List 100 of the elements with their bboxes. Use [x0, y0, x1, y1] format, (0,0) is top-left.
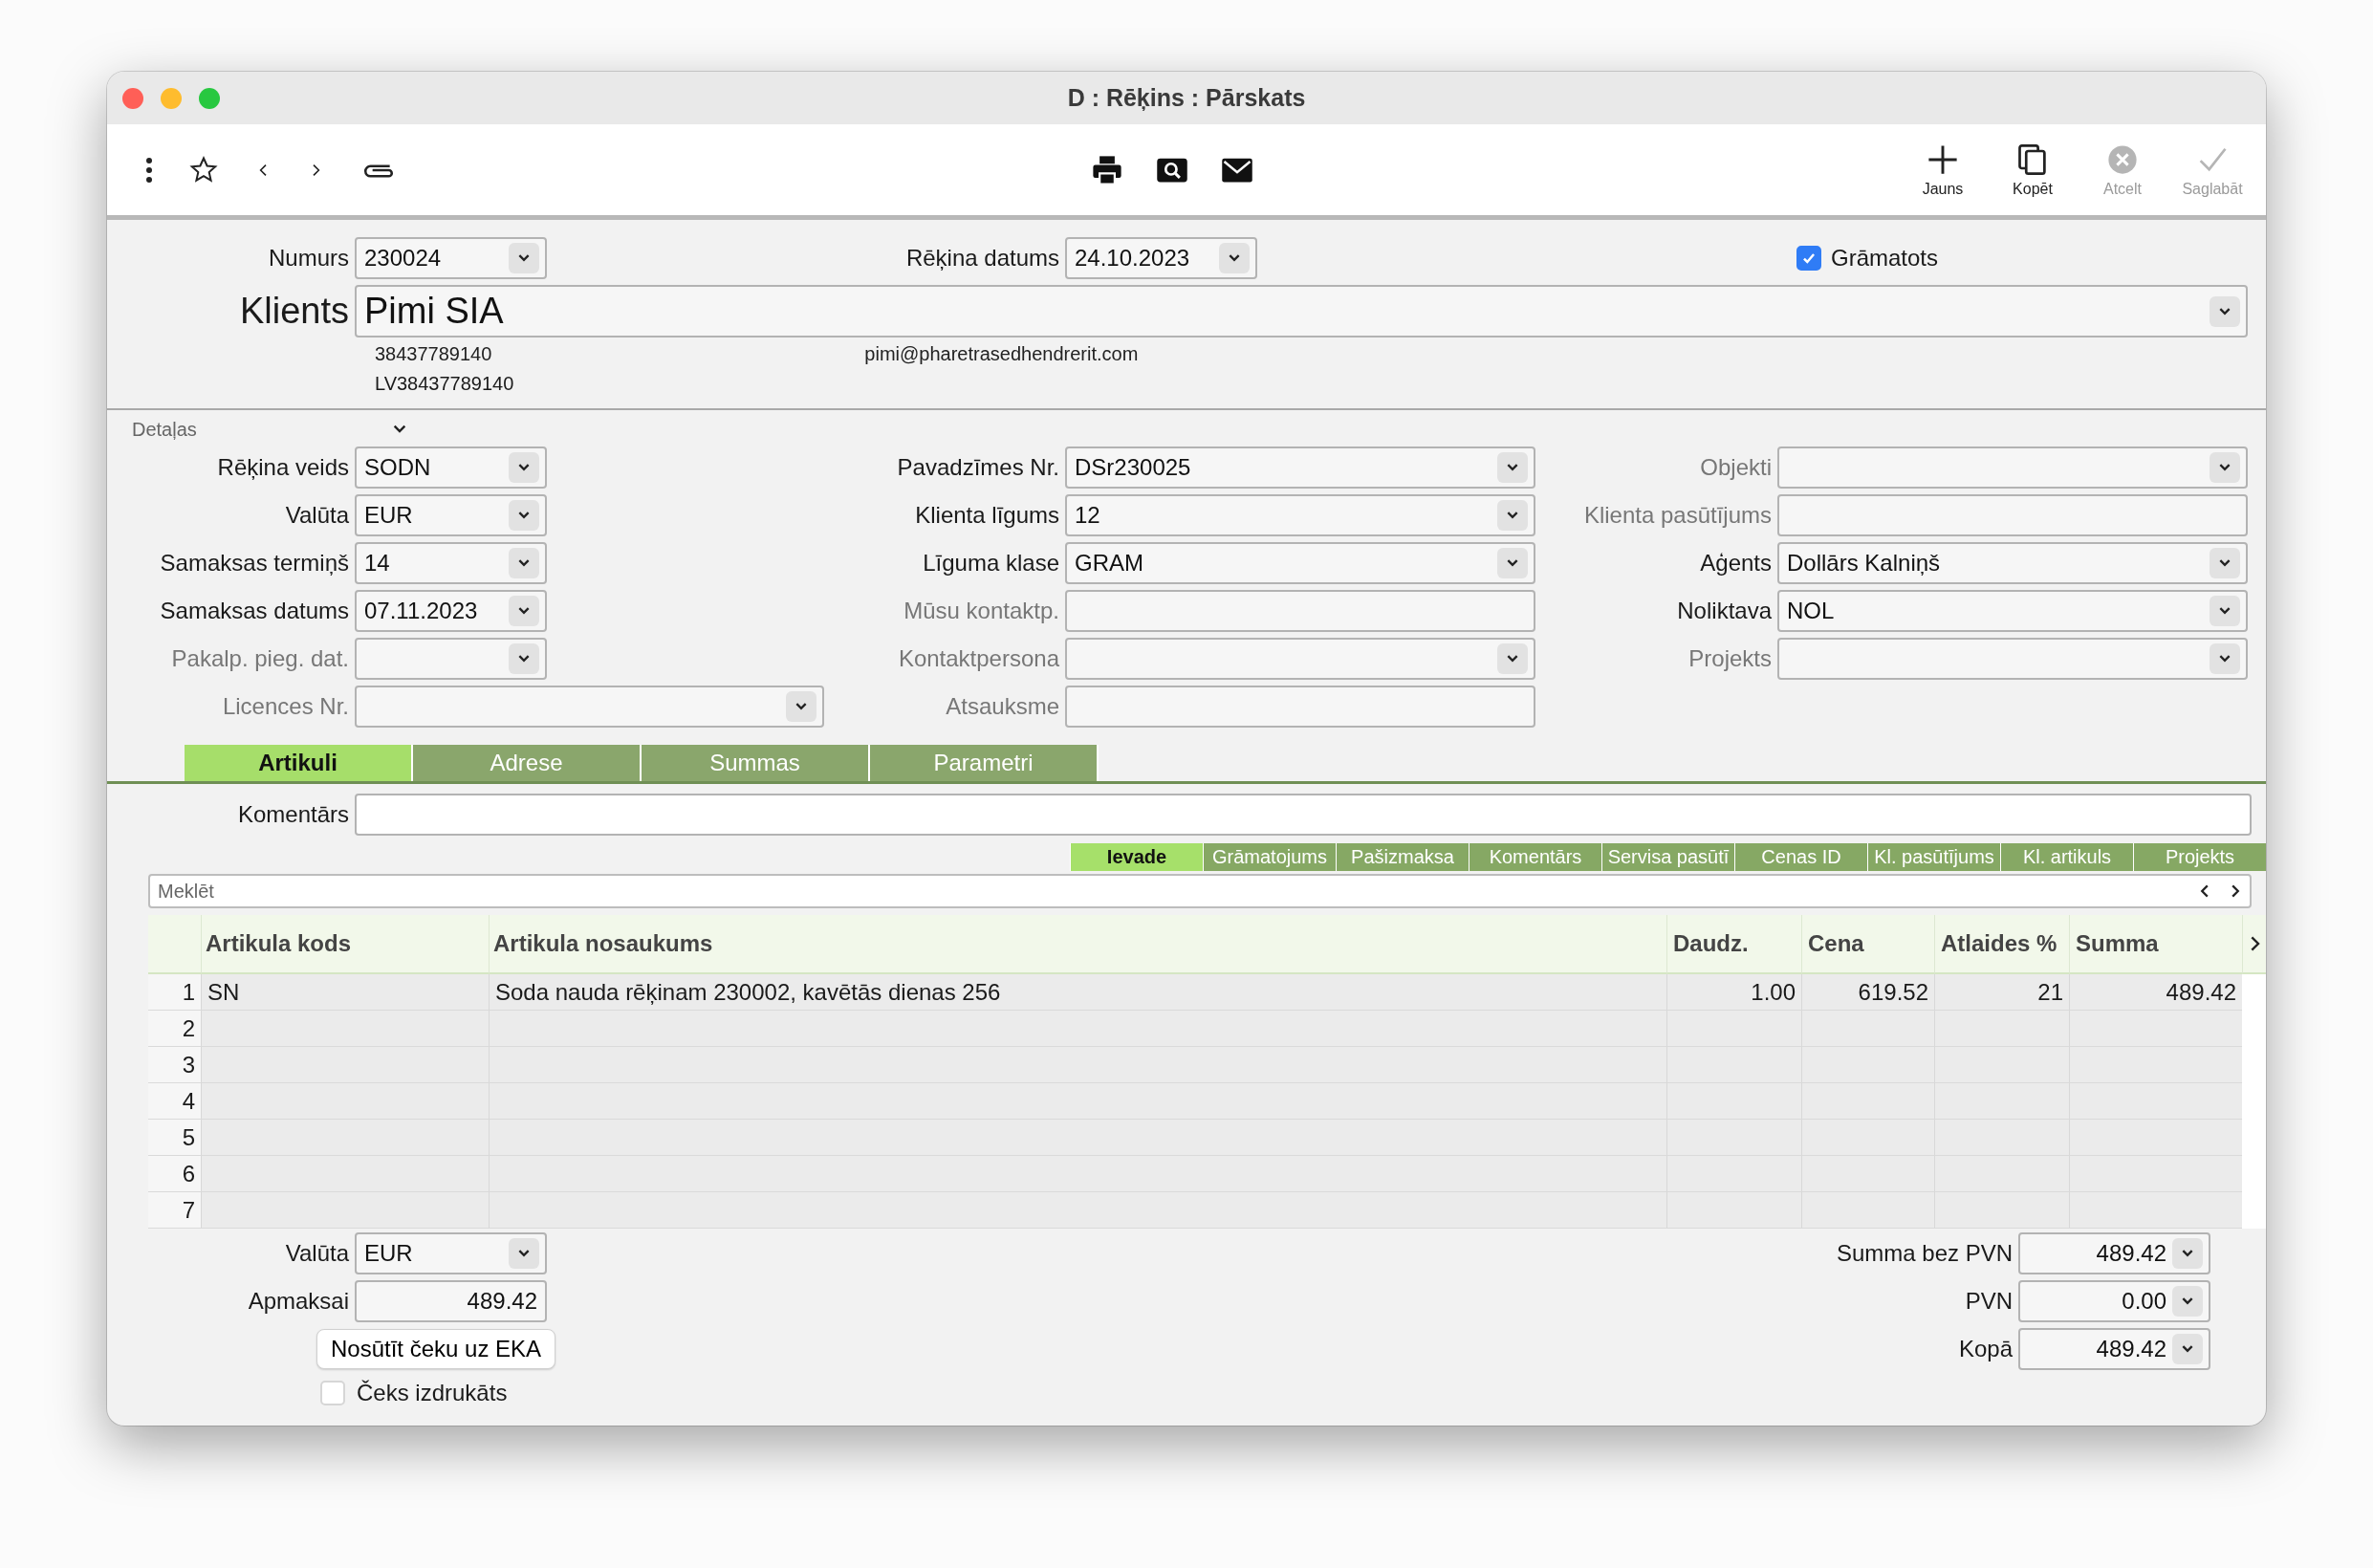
chevron-down-icon: [2218, 306, 2231, 316]
field-label: Objekti: [1699, 454, 1772, 481]
toolbar-button[interactable]: Jauns: [1908, 136, 1977, 204]
dropdown-field[interactable]: 24.10.2023: [1065, 237, 1257, 279]
dropdown-field[interactable]: [1065, 638, 1535, 680]
client-label: Klients: [238, 291, 349, 332]
table-cell: 1.00: [1666, 974, 1801, 1011]
row-number: 3: [148, 1047, 201, 1083]
tab[interactable]: Artikuli: [185, 745, 413, 781]
field-label: Kopā: [1957, 1336, 2013, 1362]
field-label: Noliktava: [1676, 598, 1772, 624]
table-cell: Soda nauda rēķinam 230002, kavētās dienas 256: [489, 974, 1666, 1011]
dropdown-field[interactable]: Pimi SIA: [355, 285, 2248, 338]
table-cell: [2242, 1192, 2266, 1229]
dropdown-field[interactable]: 489.42: [2018, 1328, 2210, 1370]
chevron-down-icon: [1228, 253, 1241, 263]
field-label: Līguma klase: [922, 550, 1059, 577]
column-header[interactable]: Cena: [1801, 915, 1934, 974]
email-text: pimi@pharetrasedhendrerit.com: [864, 343, 1139, 365]
column-header[interactable]: Artikula nosaukums: [489, 915, 1666, 974]
dropdown-field[interactable]: EUR: [355, 1232, 547, 1274]
tab[interactable]: Ievade: [1070, 843, 1203, 871]
more-icon[interactable]: [145, 156, 153, 184]
row-number: 6: [148, 1156, 201, 1192]
field-label: Projekts: [1687, 645, 1772, 672]
send-receipt-button[interactable]: Nosūtīt čeku uz EKA: [316, 1329, 556, 1369]
field-label: Pavadzīmes Nr.: [896, 454, 1059, 481]
dropdown-field[interactable]: 07.11.2023: [355, 590, 547, 632]
field-label: Mūsu kontaktp.: [903, 598, 1059, 624]
dropdown-field[interactable]: 0.00: [2018, 1280, 2210, 1322]
comment-field[interactable]: [355, 794, 2252, 836]
checkbox[interactable]: [1796, 246, 1821, 271]
dropdown-field[interactable]: SODN: [355, 446, 547, 489]
dropdown-field[interactable]: 230024: [355, 237, 547, 279]
field-label: Klienta līgums: [914, 502, 1059, 529]
chevron-down-icon: [2181, 1296, 2194, 1306]
column-header[interactable]: Daudz.: [1666, 915, 1801, 974]
dropdown-field[interactable]: [355, 638, 547, 680]
dropdown-field[interactable]: DSr230025: [1065, 446, 1535, 489]
star-icon[interactable]: [189, 155, 218, 185]
section-label: Detaļas: [132, 418, 198, 441]
chevron-down-icon: [2218, 463, 2231, 472]
dropdown-field[interactable]: [1777, 638, 2248, 680]
dropdown-field[interactable]: 14: [355, 542, 547, 584]
field-label: Licences Nr.: [221, 693, 349, 720]
dropdown-field[interactable]: 489.42: [2018, 1232, 2210, 1274]
field-label: Numurs: [268, 245, 349, 272]
text-field[interactable]: [1065, 590, 1535, 632]
field-label: Klienta pasūtījums: [1582, 502, 1772, 529]
dropdown-field[interactable]: GRAM: [1065, 542, 1535, 584]
field-label: Samaksas termiņš: [159, 550, 349, 577]
close-window-button[interactable]: [122, 87, 143, 109]
chevron-down-icon[interactable]: [392, 424, 407, 435]
checkbox-label: Grāmatots: [1831, 245, 1939, 272]
search-bar[interactable]: Meklēt: [148, 874, 2252, 908]
table-cell: 619.52: [1801, 974, 1934, 1011]
column-header[interactable]: Summa: [2069, 915, 2242, 974]
dropdown-field[interactable]: [1777, 446, 2248, 489]
toolbar-button[interactable]: Kopēt: [1998, 136, 2067, 204]
table-cell: 21: [1934, 974, 2069, 1011]
chevron-down-icon: [2218, 606, 2231, 616]
field-label: Aģents: [1699, 550, 1772, 577]
dropdown-field[interactable]: [355, 686, 824, 728]
column-header[interactable]: Atlaides %: [1934, 915, 2069, 974]
chevron-down-icon: [517, 253, 531, 263]
dropdown-field[interactable]: EUR: [355, 494, 547, 536]
chevron-down-icon: [517, 558, 531, 568]
dropdown-field[interactable]: NOL: [1777, 590, 2248, 632]
table-cell: 489.42: [2069, 974, 2242, 1011]
chevron-down-icon: [2181, 1249, 2194, 1258]
chevron-right-icon[interactable]: [2249, 936, 2260, 951]
text-field[interactable]: [1065, 686, 1535, 728]
chevron-down-icon: [2181, 1344, 2194, 1354]
row-number: 2: [148, 1011, 201, 1047]
field-label: Pakalp. pieg. dat.: [170, 645, 349, 672]
checkbox-label: Čeks izdrukāts: [357, 1380, 508, 1406]
chevron-down-icon: [1506, 463, 1519, 472]
text-field[interactable]: [1777, 494, 2248, 536]
dropdown-field[interactable]: 12: [1065, 494, 1535, 536]
row-number: 4: [148, 1083, 201, 1120]
table-cell: SN: [201, 974, 489, 1011]
chevron-down-icon: [517, 463, 531, 472]
field-label: Atsauksme: [945, 693, 1059, 720]
registration-number: 38437789140: [375, 343, 492, 365]
chevron-down-icon: [2218, 654, 2231, 664]
field-label: PVN: [1964, 1288, 2013, 1315]
text-field[interactable]: 489.42: [355, 1280, 547, 1322]
field-label: Komentārs: [236, 801, 349, 828]
field-label: Apmaksai: [247, 1288, 349, 1315]
table-cell: [2242, 974, 2266, 1011]
search-field[interactable]: Meklēt: [158, 877, 2181, 905]
chevron-down-icon: [517, 654, 531, 664]
dropdown-field[interactable]: Dollārs Kalniņš: [1777, 542, 2248, 584]
column-header[interactable]: Artikula kods: [201, 915, 489, 974]
column-header: [148, 915, 201, 974]
chevron-down-icon: [1506, 511, 1519, 520]
chevron-down-icon: [517, 606, 531, 616]
field-label: Rēķina datums: [904, 245, 1059, 272]
field-label: Valūta: [284, 1240, 349, 1267]
chevron-down-icon: [517, 511, 531, 520]
